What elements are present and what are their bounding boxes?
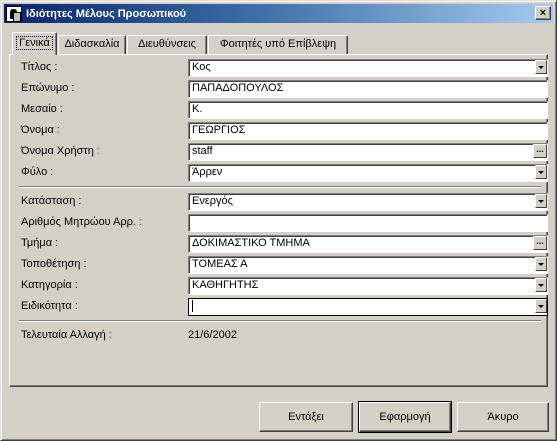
- last-change-value: 21/6/2002: [188, 329, 237, 341]
- surname-field[interactable]: ΠΑΠΑΔΟΠΟΥΛΟΣ: [188, 80, 548, 98]
- row-surname: Επώνυμο : ΠΑΠΑΔΟΠΟΥΛΟΣ: [21, 80, 548, 98]
- divider: [19, 186, 541, 188]
- cancel-button[interactable]: Άκυρο: [457, 402, 549, 432]
- category-select[interactable]: ΚΑΘΗΓΗΤΗΣ: [188, 277, 548, 295]
- title-value: Κος: [192, 61, 211, 73]
- status-value: Ενεργός: [192, 195, 233, 207]
- placement-label: Τοποθέτηση :: [21, 258, 87, 270]
- registry-field[interactable]: [188, 214, 548, 232]
- middle-label: Μεσαίο :: [21, 103, 63, 115]
- gender-value: Άρρεν: [192, 166, 223, 178]
- row-username: Όνομα Χρήστη : staff ...: [21, 143, 548, 161]
- text-caret: [192, 300, 193, 313]
- specialty-label: Ειδικότητα :: [21, 300, 78, 312]
- name-value: ΓΕΩΡΓΙΟΣ: [192, 124, 246, 136]
- tab-supervised-students[interactable]: Φοιτητές υπό Επίβλεψη: [208, 35, 348, 54]
- ok-button[interactable]: Εντάξει: [259, 402, 353, 432]
- chevron-down-icon[interactable]: [535, 60, 547, 74]
- status-select[interactable]: Ενεργός: [188, 193, 548, 211]
- apply-button[interactable]: Εφαρμογή: [358, 401, 452, 433]
- tab-general[interactable]: Γενικά: [12, 32, 57, 55]
- surname-value: ΠΑΠΑΔΟΠΟΥΛΟΣ: [192, 82, 284, 94]
- category-label: Κατηγορία :: [21, 279, 78, 291]
- name-label: Όνομα :: [21, 124, 60, 136]
- tab-addresses-label: Διευθύνσεις: [138, 38, 196, 50]
- ellipsis-icon[interactable]: ...: [533, 144, 547, 158]
- row-gender: Φύλο : Άρρεν: [21, 164, 548, 182]
- chevron-down-icon[interactable]: [535, 299, 547, 313]
- staff-properties-icon: [6, 5, 22, 22]
- username-field[interactable]: staff ...: [188, 143, 548, 161]
- tab-teaching[interactable]: Διδασκαλία: [58, 35, 126, 54]
- row-middle: Μεσαίο : Κ.: [21, 101, 548, 119]
- window-title: Ιδιότητες Μέλους Προσωπικού: [26, 7, 187, 20]
- middle-field[interactable]: Κ.: [188, 101, 548, 119]
- username-label: Όνομα Χρήστη :: [21, 145, 100, 157]
- row-category: Κατηγορία : ΚΑΘΗΓΗΤΗΣ: [21, 277, 548, 295]
- title-select[interactable]: Κος: [188, 59, 548, 77]
- category-value: ΚΑΘΗΓΗΤΗΣ: [192, 279, 259, 291]
- row-department: Τμήμα : ΔΟΚΙΜΑΣΤΙΚΟ ΤΜΗΜΑ ...: [21, 235, 548, 253]
- username-value: staff: [192, 145, 213, 157]
- ellipsis-icon[interactable]: ...: [533, 236, 547, 250]
- surname-label: Επώνυμο :: [21, 82, 75, 94]
- chevron-down-icon[interactable]: [535, 278, 547, 292]
- tab-teaching-label: Διδασκαλία: [64, 38, 120, 50]
- close-button[interactable]: ×: [535, 6, 551, 20]
- gender-select[interactable]: Άρρεν: [188, 164, 548, 182]
- registry-label: Αριθμός Μητρώου Αρρ. :: [21, 216, 143, 228]
- title-bar[interactable]: Ιδιότητες Μέλους Προσωπικού ×: [4, 4, 553, 23]
- row-title: Τίτλος : Κος: [21, 59, 548, 77]
- row-registry: Αριθμός Μητρώου Αρρ. :: [21, 214, 548, 232]
- row-status: Κατάσταση : Ενεργός: [21, 193, 548, 211]
- status-label: Κατάσταση :: [21, 195, 82, 207]
- department-field[interactable]: ΔΟΚΙΜΑΣΤΙΚΟ ΤΜΗΜΑ ...: [188, 235, 548, 253]
- department-value: ΔΟΚΙΜΑΣΤΙΚΟ ΤΜΗΜΑ: [192, 237, 310, 249]
- placement-value: ΤΟΜΕΑΣ Α: [192, 258, 248, 270]
- general-panel: Τίτλος : Κος Επώνυμο : ΠΑΠΑΔΟΠΟΥΛΟΣ Μεσα…: [9, 54, 548, 387]
- divider: [19, 320, 541, 322]
- name-field[interactable]: ΓΕΩΡΓΙΟΣ: [188, 122, 548, 140]
- middle-value: Κ.: [192, 103, 203, 115]
- chevron-down-icon[interactable]: [535, 194, 547, 208]
- row-specialty: Ειδικότητα :: [21, 298, 548, 316]
- tab-general-label: Γενικά: [16, 36, 53, 50]
- title-label: Τίτλος :: [21, 61, 58, 73]
- row-last-change: Τελευταία Αλλαγή : 21/6/2002: [21, 327, 547, 345]
- properties-dialog: Ιδιότητες Μέλους Προσωπικού × Γενικά Διδ…: [0, 0, 557, 441]
- chevron-down-icon[interactable]: [535, 165, 547, 179]
- last-change-label: Τελευταία Αλλαγή :: [21, 329, 112, 341]
- tab-supervised-students-label: Φοιτητές υπό Επίβλεψη: [219, 38, 337, 50]
- row-name: Όνομα : ΓΕΩΡΓΙΟΣ: [21, 122, 548, 140]
- placement-select[interactable]: ΤΟΜΕΑΣ Α: [188, 256, 548, 274]
- specialty-select[interactable]: [188, 298, 548, 316]
- department-label: Τμήμα :: [21, 237, 59, 249]
- row-placement: Τοποθέτηση : ΤΟΜΕΑΣ Α: [21, 256, 548, 274]
- gender-label: Φύλο :: [21, 166, 54, 178]
- chevron-down-icon[interactable]: [535, 257, 547, 271]
- tab-addresses[interactable]: Διευθύνσεις: [127, 35, 207, 54]
